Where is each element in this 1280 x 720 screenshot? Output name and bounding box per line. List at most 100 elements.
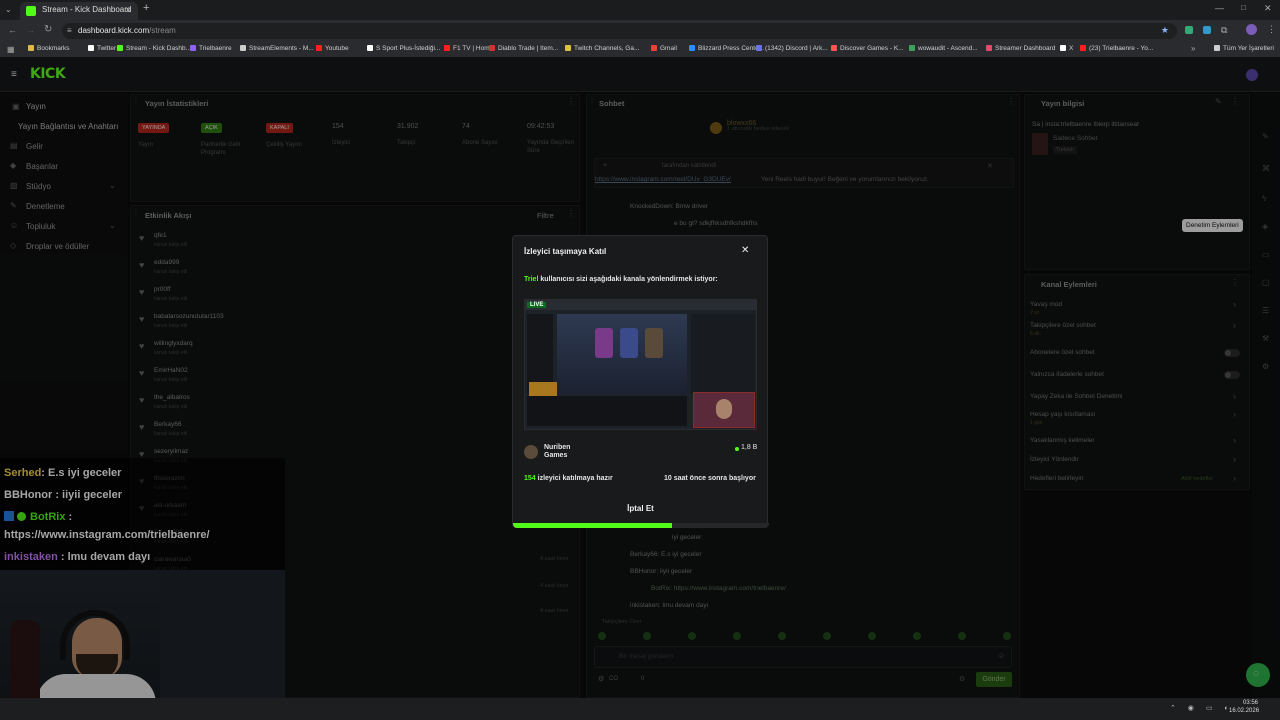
apps-grid-icon[interactable]: ▦ [7, 45, 15, 54]
profile-avatar[interactable] [1246, 24, 1257, 35]
close-window-icon[interactable]: ✕ [1264, 3, 1272, 14]
bookmark-favicon-icon [190, 45, 196, 51]
preview-chest [529, 382, 557, 396]
cancel-button[interactable]: İptal Et [524, 498, 757, 518]
bookmark-favicon-icon [831, 45, 837, 51]
bookmark-item[interactable]: S Sport Plus-İstediği... [367, 45, 440, 52]
bookmarks-overflow-icon[interactable]: » [1191, 44, 1195, 53]
close-tab-icon[interactable]: ✕ [124, 5, 132, 16]
bookmark-label: Gmail [660, 45, 677, 52]
close-modal-icon[interactable]: ✕ [741, 245, 749, 256]
maximize-icon[interactable]: □ [1241, 3, 1246, 12]
extension-icon[interactable] [1203, 26, 1211, 34]
bookmark-item[interactable]: Tüm Yer İşaretleri [1214, 45, 1274, 52]
bookmark-favicon-icon [1080, 45, 1086, 51]
bookmark-label: X [1069, 45, 1074, 52]
preview-bottom-bar [527, 396, 687, 426]
modal-description: Triel kullanıcısı sizi aşağıdaki kanala … [524, 276, 718, 283]
browser-tab-bar: ⌄ Stream - Kick Dashboard ✕ + — □ ✕ [0, 0, 1280, 20]
bookmark-favicon-icon [489, 45, 495, 51]
site-info-icon[interactable]: ≡ [67, 26, 72, 35]
ready-viewers: 154 izleyici katılmaya hazır [524, 475, 613, 482]
bookmark-label: Discover Games - K... [840, 45, 904, 52]
reload-icon[interactable]: ↻ [44, 24, 52, 35]
live-dot-icon [735, 447, 739, 451]
bookmark-favicon-icon [986, 45, 992, 51]
bookmark-favicon-icon [444, 45, 450, 51]
bookmark-favicon-icon [240, 45, 246, 51]
bookmark-item[interactable]: Youtube [316, 45, 349, 52]
channel-category: Games [544, 452, 568, 459]
bookmark-label: Twitter [97, 45, 117, 52]
browser-menu-icon[interactable]: ⋮ [1267, 24, 1276, 35]
live-badge: LIVE [527, 302, 547, 308]
bookmark-item[interactable]: (1342) Discord | Ark... [756, 45, 828, 52]
bookmark-item[interactable]: Streamer Dashboard [986, 45, 1055, 52]
address-bar-row: ← → ↻ ≡ dashboard.kick.com/stream ★ ⧉ ⋮ [0, 20, 1280, 42]
url-host: dashboard.kick.com [78, 26, 150, 35]
extension-icon[interactable] [1185, 26, 1193, 34]
back-icon[interactable]: ← [8, 25, 17, 35]
kick-header: ≡ KICK [0, 58, 1280, 92]
raid-progress-fill [513, 523, 672, 528]
kick-favicon-icon [26, 6, 36, 16]
bookmark-item[interactable]: Trielbaenre [190, 45, 232, 52]
bookmark-item[interactable]: X [1060, 45, 1073, 52]
bookmark-label: Diablo Trade | Item... [498, 45, 559, 52]
bookmark-star-icon[interactable]: ★ [1161, 25, 1169, 36]
bookmark-item[interactable]: Discover Games - K... [831, 45, 904, 52]
bookmark-label: F1 TV | Home [453, 45, 494, 52]
preview-webcam [693, 392, 755, 428]
bookmarks-bar: ▦ Bookmarks Twitter Stream - Kick Dashb...… [0, 42, 1280, 58]
url-path: /stream [149, 26, 176, 35]
cancel-button-label: İptal Et [627, 504, 654, 513]
bookmark-item[interactable]: Gmail [651, 45, 677, 52]
preview-face [716, 399, 732, 419]
bookmark-label: Streamer Dashboard [995, 45, 1056, 52]
bookmark-label: Youtube [325, 45, 349, 52]
bookmark-item[interactable]: (23) Trielbaenre - Yo... [1080, 45, 1153, 52]
tab-title: Stream - Kick Dashboard [42, 5, 132, 14]
target-viewer-count: 1,8 B [741, 444, 758, 451]
tab-list-icon[interactable]: ⌄ [5, 5, 12, 14]
bookmark-label: StreamElements - M... [249, 45, 314, 52]
clock-date[interactable]: 16.02.2026 [1229, 708, 1259, 714]
new-tab-icon[interactable]: + [143, 2, 149, 14]
bookmark-item[interactable]: StreamElements - M... [240, 45, 314, 52]
raid-progress-track [513, 523, 769, 528]
url-input[interactable]: ≡ dashboard.kick.com/stream ★ [62, 23, 1177, 39]
bookmark-item[interactable]: Stream - Kick Dashb... [117, 45, 191, 52]
bookmark-favicon-icon [651, 45, 657, 51]
bookmark-favicon-icon [316, 45, 322, 51]
bookmark-item[interactable]: Blizzard Press Cente... [689, 45, 764, 52]
channel-name: Nuriben [544, 444, 571, 451]
preview-card [620, 328, 638, 358]
raid-modal: İzleyici taşımaya Katıl ✕ Triel kullanıc… [512, 235, 769, 528]
modal-description-text: kullanıcısı sizi aşağıdaki kanala yönlen… [538, 276, 718, 283]
bookmark-item[interactable]: Twitter [88, 45, 116, 52]
bookmark-favicon-icon [88, 45, 94, 51]
bookmark-item[interactable]: Diablo Trade | Item... [489, 45, 558, 52]
clock-time[interactable]: 03:56 [1243, 700, 1258, 706]
bookmark-label: S Sport Plus-İstediği... [376, 45, 441, 52]
ready-count: 154 [524, 475, 536, 482]
channel-avatar [524, 445, 538, 459]
bookmark-item[interactable]: Bookmarks [28, 45, 70, 52]
kick-logo[interactable]: KICK [30, 66, 66, 82]
minimize-icon[interactable]: — [1215, 3, 1224, 13]
bookmark-label: Tüm Yer İşaretleri [1223, 45, 1274, 52]
requester-name: Triel [524, 276, 539, 283]
preview-topbar [525, 300, 756, 310]
profile-avatar[interactable] [1246, 69, 1258, 81]
target-stream-preview[interactable]: LIVE [524, 299, 757, 430]
hamburger-menu-icon[interactable]: ≡ [11, 69, 17, 80]
ready-text: izleyici katılmaya hazır [535, 475, 613, 482]
extensions-icon[interactable]: ⧉ [1221, 25, 1227, 36]
bookmark-item[interactable]: Twitch Channels, Ga... [565, 45, 639, 52]
forward-icon[interactable]: → [26, 25, 35, 35]
tab-active[interactable]: Stream - Kick Dashboard ✕ [20, 2, 138, 20]
bookmark-item[interactable]: F1 TV | Home [444, 45, 493, 52]
bookmark-label: wowaudit - Ascend... [918, 45, 978, 52]
bookmark-favicon-icon [909, 45, 915, 51]
bookmark-item[interactable]: wowaudit - Ascend... [909, 45, 978, 52]
